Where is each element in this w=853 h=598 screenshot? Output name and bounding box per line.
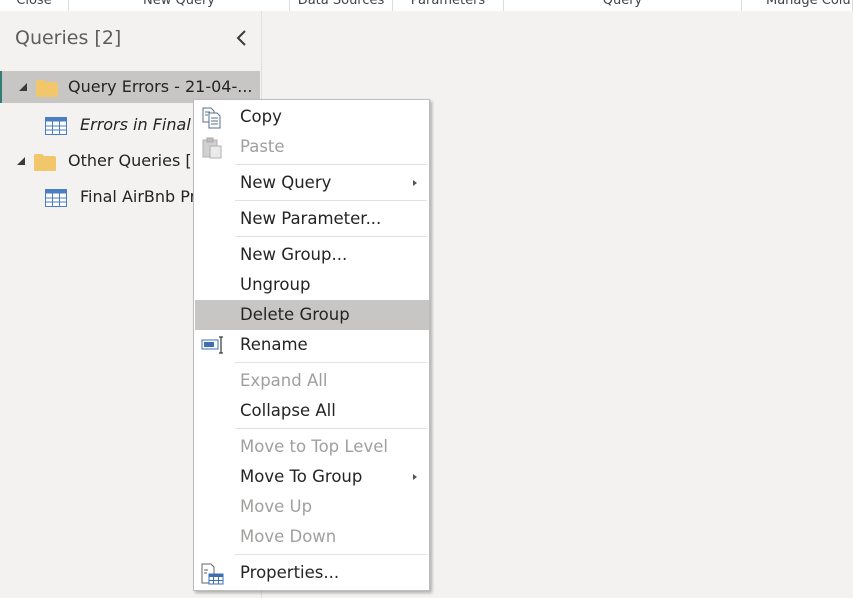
- table-icon: [45, 117, 67, 135]
- menu-separator: [235, 362, 427, 363]
- ribbon-group-manage-columns[interactable]: Manage Colu: [742, 0, 853, 11]
- menu-item-label: Properties...: [240, 563, 340, 582]
- menu-separator: [235, 236, 427, 237]
- menu-item-new-group[interactable]: New Group...: [195, 240, 429, 270]
- queries-pane-title: Queries [2]: [15, 27, 122, 49]
- triangle-expanded-icon[interactable]: [16, 156, 26, 166]
- ribbon-group-parameters[interactable]: Parameters: [393, 0, 504, 11]
- menu-item-label: New Parameter...: [240, 209, 382, 228]
- menu-item-paste[interactable]: Paste: [195, 132, 429, 162]
- menu-item-label: Rename: [240, 335, 308, 354]
- menu-item-label: Copy: [240, 107, 282, 126]
- collapse-pane-button[interactable]: [233, 28, 251, 48]
- menu-item-new-query[interactable]: New Query: [195, 168, 429, 198]
- rename-icon: [201, 336, 223, 354]
- menu-separator: [235, 164, 427, 165]
- submenu-arrow-icon: [413, 180, 417, 186]
- menu-item-label: Move Up: [240, 497, 313, 516]
- menu-item-new-parameter[interactable]: New Parameter...: [195, 204, 429, 234]
- menu-item-properties[interactable]: Properties...: [195, 558, 429, 588]
- triangle-expanded-icon[interactable]: [18, 82, 28, 92]
- menu-item-move-to-group[interactable]: Move To Group: [195, 462, 429, 492]
- menu-item-move-down[interactable]: Move Down: [195, 522, 429, 552]
- menu-item-move-up[interactable]: Move Up: [195, 492, 429, 522]
- submenu-arrow-icon: [413, 474, 417, 480]
- context-menu: Copy Paste New Query New Parameter... Ne…: [193, 99, 430, 591]
- folder-icon: [36, 80, 58, 97]
- menu-item-label: Delete Group: [240, 305, 350, 324]
- menu-item-ungroup[interactable]: Ungroup: [195, 270, 429, 300]
- properties-icon: [201, 563, 224, 585]
- menu-item-rename[interactable]: Rename: [195, 330, 429, 360]
- menu-item-collapse-all[interactable]: Collapse All: [195, 396, 429, 426]
- ribbon-group-query[interactable]: Query: [504, 0, 742, 11]
- copy-icon: [202, 107, 221, 129]
- menu-item-label: Ungroup: [240, 275, 311, 294]
- chevron-left-icon: [236, 30, 246, 46]
- folder-icon: [34, 154, 56, 171]
- menu-item-expand-all[interactable]: Expand All: [195, 366, 429, 396]
- tree-group-label: Other Queries [1]: [68, 151, 209, 170]
- menu-separator: [235, 554, 427, 555]
- menu-item-label: Expand All: [240, 371, 328, 390]
- menu-separator: [235, 428, 427, 429]
- menu-item-label: Move Down: [240, 527, 337, 546]
- menu-item-label: New Query: [240, 173, 332, 192]
- table-icon: [45, 189, 67, 207]
- menu-item-label: Move To Group: [240, 467, 363, 486]
- paste-icon: [202, 137, 222, 159]
- ribbon-group-data-sources[interactable]: Data Sources: [290, 0, 393, 11]
- menu-separator: [235, 200, 427, 201]
- menu-item-label: New Group...: [240, 245, 348, 264]
- menu-item-label: Move to Top Level: [240, 437, 388, 456]
- tree-group-label: Query Errors - 21-04-...: [68, 77, 253, 96]
- tree-query-label: Final AirBnb Pr: [80, 187, 197, 206]
- menu-item-copy[interactable]: Copy: [195, 102, 429, 132]
- menu-item-label: Collapse All: [240, 401, 336, 420]
- ribbon-group-new-query[interactable]: New Query: [69, 0, 290, 11]
- menu-item-move-to-top-level[interactable]: Move to Top Level: [195, 432, 429, 462]
- menu-item-delete-group[interactable]: Delete Group: [195, 300, 429, 330]
- ribbon-group-close[interactable]: Close: [0, 0, 69, 11]
- menu-item-label: Paste: [240, 137, 285, 156]
